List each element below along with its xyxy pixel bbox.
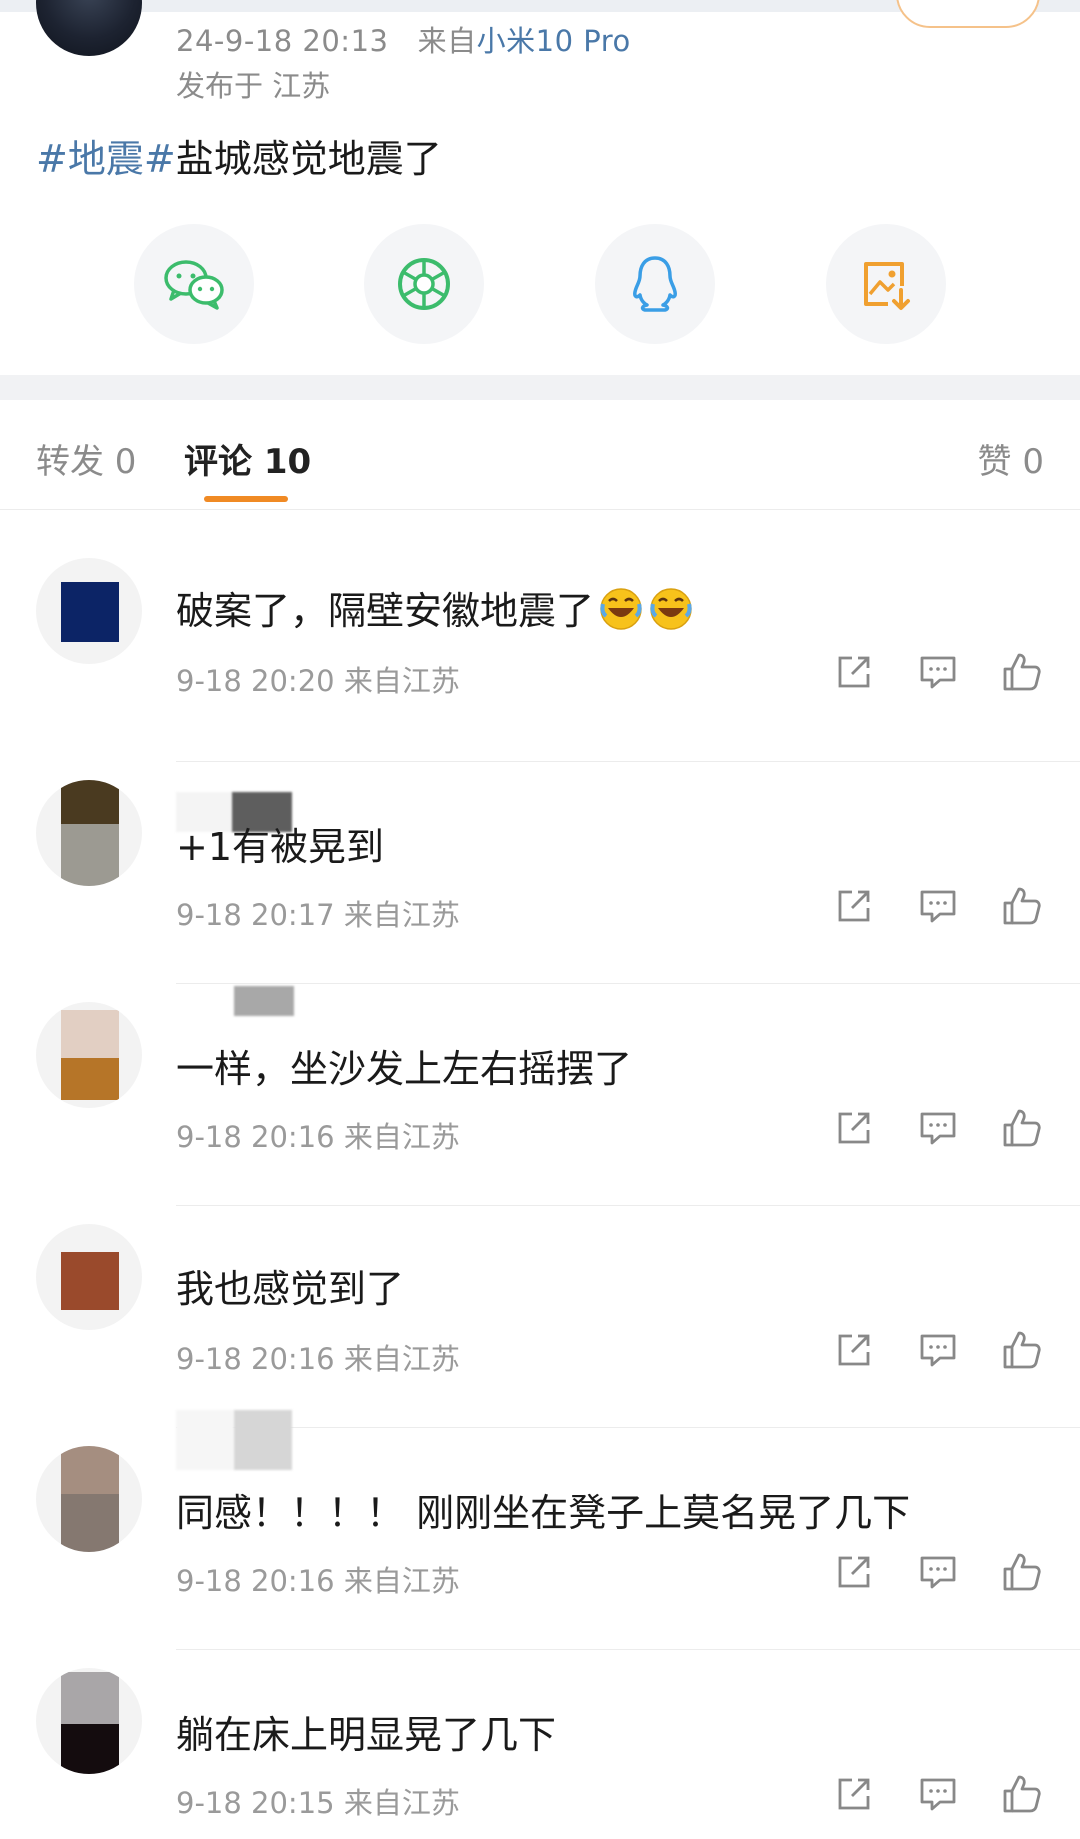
- like-comment-button[interactable]: [996, 1768, 1048, 1820]
- comment-text: 我也感觉到了: [176, 1267, 405, 1311]
- comment-text: 同感！！！！ 刚刚坐在凳子上莫名晃了几下: [176, 1491, 911, 1535]
- laugh-cry-emoji-icon: [600, 588, 642, 630]
- tab-like[interactable]: 赞 0: [978, 434, 1044, 483]
- like-comment-button[interactable]: [996, 1324, 1048, 1376]
- post-meta: 24-9-18 20:13 来自小米10 Pro: [176, 18, 631, 60]
- reply-comment-button[interactable]: [912, 880, 964, 932]
- comment-meta: 9-18 20:16 来自江苏: [176, 1120, 460, 1154]
- moments-shutter-icon: [398, 258, 450, 310]
- comment-bubble-icon: [920, 1556, 956, 1589]
- commenter-avatar[interactable]: [36, 780, 142, 886]
- section-divider: [0, 375, 1080, 400]
- comment-bubble-icon: [920, 1334, 956, 1367]
- comment-actions: [828, 646, 1048, 702]
- follow-button[interactable]: [896, 0, 1040, 28]
- share-arrow-icon: [838, 1334, 870, 1366]
- reply-comment-button[interactable]: [912, 1324, 964, 1376]
- comment-bubble-icon: [920, 1778, 956, 1811]
- save-image-button[interactable]: [826, 224, 946, 344]
- commenter-name-blurred: [176, 986, 294, 1026]
- interaction-tabs: 转发 0 评论 10 赞 0: [0, 400, 1080, 510]
- comment-meta: 9-18 20:17 来自江苏: [176, 898, 460, 932]
- weibo-post-screen: 24-9-18 20:13 来自小米10 Pro 发布于 江苏 #地震#盐城感觉…: [0, 0, 1080, 1839]
- save-image-icon: [864, 262, 910, 310]
- forward-comment-button[interactable]: [828, 880, 880, 932]
- like-comment-button[interactable]: [996, 880, 1048, 932]
- commenter-avatar[interactable]: [36, 1224, 142, 1330]
- comment-actions: [828, 1768, 1048, 1824]
- share-qq-button[interactable]: [595, 224, 715, 344]
- forward-comment-button[interactable]: [828, 1768, 880, 1820]
- share-moments-button[interactable]: [364, 224, 484, 344]
- comment-bubble-icon: [920, 1112, 956, 1145]
- post-source-prefix: 来自: [417, 24, 477, 58]
- comment-item: 破案了，隔壁安徽地震了 9-18 20:20 来自江苏: [0, 540, 1080, 762]
- tab-comment[interactable]: 评论 10: [184, 434, 311, 483]
- reply-comment-button[interactable]: [912, 1546, 964, 1598]
- comment-item: 躺在床上明显晃了几下 9-18 20:15 来自江苏: [0, 1650, 1080, 1839]
- comment-text: 躺在床上明显晃了几下: [176, 1713, 557, 1757]
- post-location: 发布于 江苏: [176, 69, 331, 103]
- comment-text: 破案了，隔壁安徽地震了: [176, 580, 694, 635]
- comment-item: +1有被晃到 9-18 20:17 来自江苏: [0, 762, 1080, 984]
- reply-comment-button[interactable]: [912, 1102, 964, 1154]
- like-comment-button[interactable]: [996, 1546, 1048, 1598]
- comment-actions: [828, 1102, 1048, 1158]
- comment-item: 一样，坐沙发上左右摇摆了 9-18 20:16 来自江苏: [0, 984, 1080, 1206]
- comment-actions: [828, 1546, 1048, 1602]
- post-content: #地震#盐城感觉地震了: [36, 128, 442, 183]
- comment-item: 我也感觉到了 9-18 20:16 来自江苏: [0, 1206, 1080, 1428]
- thumbs-up-icon: [1003, 1109, 1041, 1147]
- post-body: 盐城感觉地震了: [175, 137, 442, 181]
- thumbs-up-icon: [1003, 1553, 1041, 1591]
- comment-meta: 9-18 20:16 来自江苏: [176, 1564, 460, 1598]
- commenter-avatar[interactable]: [36, 1002, 142, 1108]
- share-arrow-icon: [838, 890, 870, 922]
- thumbs-up-icon: [1003, 653, 1041, 691]
- share-arrow-icon: [838, 1112, 870, 1144]
- comment-text: 一样，坐沙发上左右摇摆了: [176, 1047, 633, 1091]
- share-arrow-icon: [838, 1778, 870, 1810]
- wechat-icon: [164, 260, 224, 310]
- share-arrow-icon: [838, 1556, 870, 1588]
- comment-text: +1有被晃到: [176, 825, 385, 869]
- hashtag-link[interactable]: #地震#: [36, 137, 176, 181]
- comment-actions: [828, 880, 1048, 936]
- comment-item: 同感！！！！ 刚刚坐在凳子上莫名晃了几下 9-18 20:16 来自江苏: [0, 1410, 1080, 1650]
- forward-comment-button[interactable]: [828, 1102, 880, 1154]
- commenter-name-blurred: [176, 1410, 292, 1470]
- thumbs-up-icon: [1003, 1775, 1041, 1813]
- comment-meta: 9-18 20:20 来自江苏: [176, 664, 460, 698]
- qq-penguin-icon: [633, 256, 677, 312]
- thumbs-up-icon: [1003, 887, 1041, 925]
- forward-comment-button[interactable]: [828, 1546, 880, 1598]
- forward-comment-button[interactable]: [828, 1324, 880, 1376]
- tab-forward[interactable]: 转发 0: [36, 434, 136, 483]
- reply-comment-button[interactable]: [912, 1768, 964, 1820]
- author-avatar[interactable]: [36, 0, 142, 56]
- comment-bubble-icon: [920, 890, 956, 923]
- share-wechat-button[interactable]: [134, 224, 254, 344]
- comment-bubble-icon: [920, 656, 956, 689]
- forward-comment-button[interactable]: [828, 646, 880, 698]
- reply-comment-button[interactable]: [912, 646, 964, 698]
- share-arrow-icon: [838, 656, 870, 688]
- like-comment-button[interactable]: [996, 1102, 1048, 1154]
- commenter-avatar[interactable]: [36, 558, 142, 664]
- like-comment-button[interactable]: [996, 646, 1048, 698]
- thumbs-up-icon: [1003, 1331, 1041, 1369]
- comment-meta: 9-18 20:15 来自江苏: [176, 1786, 460, 1820]
- active-tab-indicator: [204, 496, 288, 502]
- commenter-avatar[interactable]: [36, 1668, 142, 1774]
- post-time: 24-9-18 20:13: [176, 24, 389, 58]
- comment-meta: 9-18 20:16 来自江苏: [176, 1342, 460, 1376]
- laugh-cry-emoji-icon: [650, 588, 692, 630]
- comment-actions: [828, 1324, 1048, 1380]
- commenter-avatar[interactable]: [36, 1446, 142, 1552]
- post-device[interactable]: 小米10 Pro: [477, 24, 631, 58]
